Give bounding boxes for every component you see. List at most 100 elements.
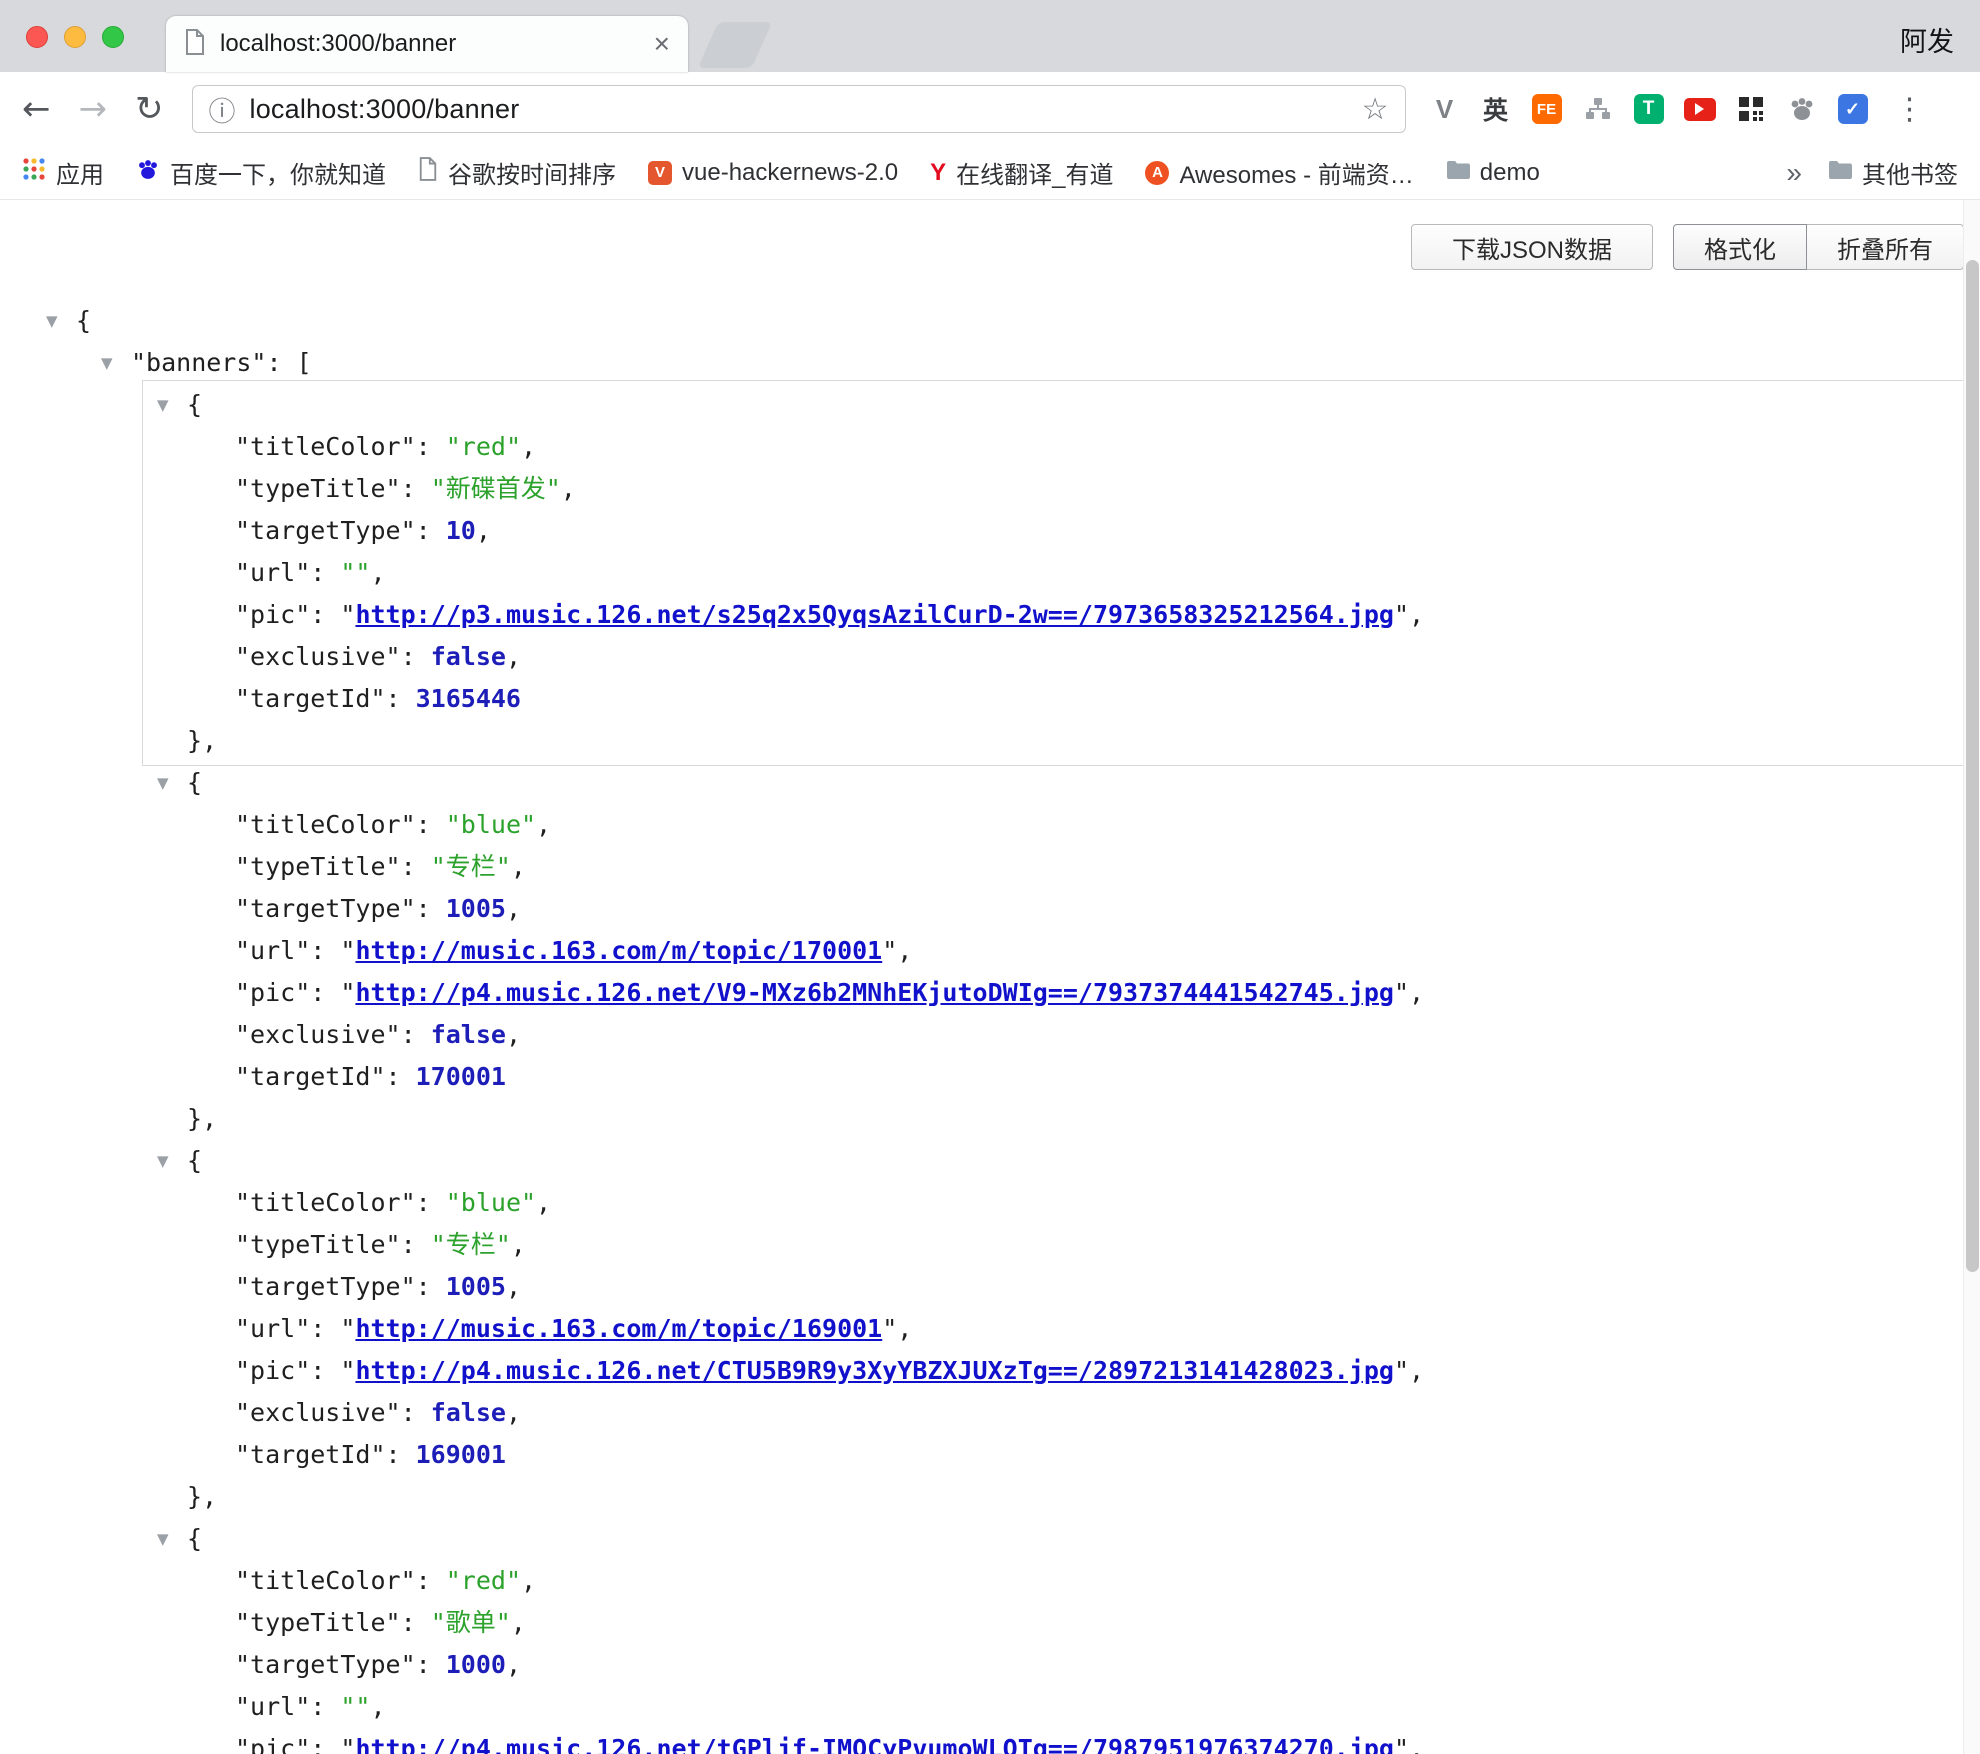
qr-code-extension-icon[interactable] [1734, 92, 1768, 126]
address-bar[interactable]: ⓘ localhost:3000/banner ☆ [192, 85, 1406, 133]
bookmark-item-awesomes[interactable]: A Awesomes - 前端资… [1145, 155, 1413, 190]
json-line: "url": "", [146, 552, 1961, 594]
translate-extension-icon[interactable]: 英 [1479, 92, 1513, 126]
url-text: localhost:3000/banner [250, 94, 520, 125]
bookmark-label: Awesomes - 前端资… [1179, 155, 1413, 190]
json-line: "targetType": 1000, [146, 1644, 1961, 1686]
vimium-letter: V [1436, 94, 1453, 125]
youtube-extension-icon[interactable] [1683, 92, 1717, 126]
tampermonkey-extension-icon[interactable]: T [1632, 92, 1666, 126]
browser-tab[interactable]: localhost:3000/banner × [166, 16, 688, 72]
collapse-toggle-icon[interactable]: ▼ [157, 384, 169, 426]
back-button[interactable]: ← [22, 92, 51, 126]
json-line: "url": "http://music.163.com/m/topic/169… [146, 1308, 1961, 1350]
bookmark-item-vue-hackernews[interactable]: V vue-hackernews-2.0 [648, 159, 898, 187]
close-tab-icon[interactable]: × [654, 28, 670, 60]
json-line: "titleColor": "blue", [146, 1182, 1961, 1224]
other-bookmarks[interactable]: 其他书签 [1828, 155, 1958, 190]
shield-extension-icon[interactable]: ✓ [1836, 92, 1870, 126]
json-url-link[interactable]: http://p3.music.126.net/s25q2x5QyqsAzilC… [355, 600, 1394, 629]
json-object-block: ▼{"titleColor": "red","typeTitle": "歌单",… [146, 1518, 1961, 1754]
json-line: "url": "", [146, 1686, 1961, 1728]
a-badge-icon: A [1145, 161, 1169, 185]
json-line: "titleColor": "red", [146, 1560, 1961, 1602]
json-line: "url": "http://music.163.com/m/topic/170… [146, 930, 1961, 972]
youdao-y-icon: Y [930, 159, 946, 187]
translate-glyph: 英 [1483, 91, 1508, 127]
reload-button[interactable]: ↻ [135, 92, 164, 126]
json-line: ▼{ [146, 762, 1961, 804]
bookmark-label: 谷歌按时间排序 [448, 155, 616, 190]
json-line: "pic": "http://p4.music.126.net/tGPljf-I… [146, 1728, 1961, 1754]
folder-icon [1828, 159, 1852, 187]
json-line: ▼{ [0, 300, 1963, 342]
bookmark-item-baidu[interactable]: 百度一下，你就知道 [136, 155, 386, 190]
collapse-toggle-icon[interactable]: ▼ [157, 762, 169, 804]
json-line: ▼{ [146, 1518, 1961, 1560]
bookmarks-overflow-chevron[interactable]: » [1786, 157, 1802, 189]
new-tab-button[interactable] [698, 22, 772, 68]
json-url-link[interactable]: http://p4.music.126.net/V9-MXz6b2MNhEKju… [355, 978, 1394, 1007]
json-line: "typeTitle": "专栏", [146, 846, 1961, 888]
profile-name[interactable]: 阿发 [1900, 20, 1954, 59]
menu-kebab-icon[interactable]: ⋮ [1895, 92, 1925, 127]
bookmark-label: 应用 [56, 155, 104, 190]
bookmark-label: 百度一下，你就知道 [170, 155, 386, 190]
org-chart-extension-icon[interactable] [1581, 92, 1615, 126]
scrollbar[interactable] [1963, 200, 1980, 1754]
collapse-toggle-icon[interactable]: ▼ [46, 300, 58, 342]
json-line: "pic": "http://p3.music.126.net/s25q2x5Q… [146, 594, 1961, 636]
baidu-paw-icon [136, 158, 160, 188]
json-line: ▼{ [146, 1140, 1961, 1182]
format-collapse-group: 格式化 折叠所有 [1673, 224, 1964, 270]
vimium-extension-icon[interactable]: V [1428, 92, 1462, 126]
json-line: "titleColor": "blue", [146, 804, 1961, 846]
collapse-all-button[interactable]: 折叠所有 [1806, 224, 1964, 270]
collapse-toggle-icon[interactable]: ▼ [101, 342, 113, 384]
zoom-window-button[interactable] [102, 26, 124, 48]
download-json-button[interactable]: 下载JSON数据 [1411, 224, 1653, 270]
json-line: "targetType": 1005, [146, 1266, 1961, 1308]
fe-extension-icon[interactable]: FE [1530, 92, 1564, 126]
scrollbar-thumb[interactable] [1966, 260, 1979, 1272]
collapse-toggle-icon[interactable]: ▼ [157, 1518, 169, 1560]
minimize-window-button[interactable] [64, 26, 86, 48]
tab-strip: localhost:3000/banner × 阿发 [0, 0, 1980, 72]
json-line: }, [146, 1098, 1961, 1140]
bookmark-label: demo [1480, 159, 1540, 187]
bookmark-item-youdao[interactable]: Y 在线翻译_有道 [930, 155, 1113, 190]
json-url-link[interactable]: http://p4.music.126.net/tGPljf-IMOCyPvum… [355, 1734, 1394, 1754]
bookmark-item-demo[interactable]: demo [1446, 159, 1540, 187]
json-url-link[interactable]: http://music.163.com/m/topic/170001 [355, 936, 882, 965]
json-tree: ▼{▼"banners": [▼{"titleColor": "red","ty… [0, 300, 1963, 1754]
bookmark-label: vue-hackernews-2.0 [682, 159, 898, 187]
format-button[interactable]: 格式化 [1673, 224, 1807, 270]
json-line: ▼{ [146, 384, 1961, 426]
json-line: "targetType": 10, [146, 510, 1961, 552]
browser-toolbar: ← → ↻ ⓘ localhost:3000/banner ☆ V 英 FE T… [0, 72, 1980, 146]
bookmark-item-apps[interactable]: 应用 [22, 155, 104, 190]
extensions-area: V 英 FE T ✓ ⋮ [1428, 92, 1925, 127]
other-bookmarks-label: 其他书签 [1862, 155, 1958, 190]
bookmarks-bar: 应用 百度一下，你就知道 谷歌按时间排序 V vue-hackernews-2.… [0, 146, 1980, 200]
close-window-button[interactable] [26, 26, 48, 48]
forward-button[interactable]: → [79, 92, 108, 126]
folder-icon [1446, 159, 1470, 187]
json-line: "targetType": 1005, [146, 888, 1961, 930]
collapse-toggle-icon[interactable]: ▼ [157, 1140, 169, 1182]
apps-grid-icon [22, 157, 46, 188]
bookmark-item-google-sort[interactable]: 谷歌按时间排序 [418, 155, 616, 190]
json-line: ▼"banners": [ [0, 342, 1963, 384]
json-object-block: ▼{"titleColor": "red","typeTitle": "新碟首发… [146, 384, 1961, 762]
bookmark-star-icon[interactable]: ☆ [1362, 92, 1389, 127]
json-line: "typeTitle": "专栏", [146, 1224, 1961, 1266]
json-url-link[interactable]: http://music.163.com/m/topic/169001 [355, 1314, 882, 1343]
bookmark-label: 在线翻译_有道 [956, 155, 1113, 190]
json-url-link[interactable]: http://p4.music.126.net/CTU5B9R9y3XyYBZX… [355, 1356, 1394, 1385]
fe-badge: FE [1532, 94, 1562, 124]
page-content: 下载JSON数据 格式化 折叠所有 ▼{▼"banners": [▼{"titl… [0, 200, 1980, 1754]
json-viewer-actions: 下载JSON数据 格式化 折叠所有 [1411, 224, 1964, 270]
shield-check: ✓ [1838, 94, 1868, 124]
paw-extension-icon[interactable] [1785, 92, 1819, 126]
page-info-icon[interactable]: ⓘ [209, 90, 236, 129]
